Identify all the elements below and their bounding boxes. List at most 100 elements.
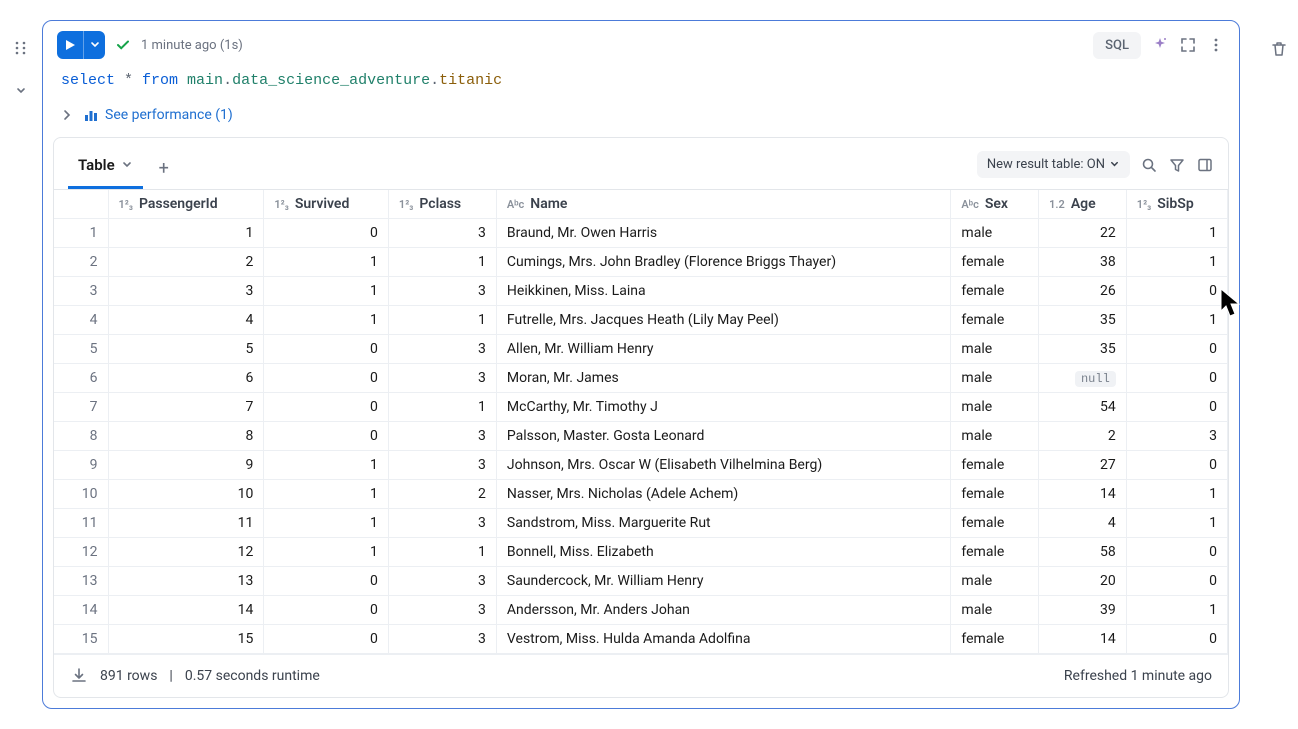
- cell[interactable]: 1: [264, 509, 389, 538]
- column-header[interactable]: AᵇcSex: [951, 190, 1039, 219]
- table-row[interactable]: 3313Heikkinen, Miss. Lainafemale260: [54, 277, 1228, 306]
- cell[interactable]: male: [951, 364, 1039, 393]
- cell[interactable]: 0: [1126, 567, 1227, 596]
- cell[interactable]: 3: [388, 335, 496, 364]
- cell[interactable]: 58: [1039, 538, 1127, 567]
- cell[interactable]: Bonnell, Miss. Elizabeth: [496, 538, 951, 567]
- cell[interactable]: female: [951, 625, 1039, 654]
- cell[interactable]: 3: [388, 364, 496, 393]
- cell[interactable]: 1: [388, 538, 496, 567]
- cell[interactable]: 0: [1126, 277, 1227, 306]
- cell[interactable]: 39: [1039, 596, 1127, 625]
- cell[interactable]: 0: [264, 625, 389, 654]
- cell[interactable]: 1: [1126, 596, 1227, 625]
- table-row[interactable]: 151503Vestrom, Miss. Hulda Amanda Adolfi…: [54, 625, 1228, 654]
- cell[interactable]: 38: [1039, 248, 1127, 277]
- cell[interactable]: 3: [388, 509, 496, 538]
- cell[interactable]: 1: [1126, 480, 1227, 509]
- cell[interactable]: 14: [1039, 480, 1127, 509]
- cell[interactable]: 0: [264, 393, 389, 422]
- cell[interactable]: 7: [108, 393, 264, 422]
- cell[interactable]: 1: [264, 480, 389, 509]
- cell[interactable]: 3: [388, 625, 496, 654]
- language-badge[interactable]: SQL: [1093, 32, 1141, 59]
- cell[interactable]: Futrelle, Mrs. Jacques Heath (Lily May P…: [496, 306, 951, 335]
- cell[interactable]: 3: [1126, 422, 1227, 451]
- table-row[interactable]: 9913Johnson, Mrs. Oscar W (Elisabeth Vil…: [54, 451, 1228, 480]
- cell[interactable]: Heikkinen, Miss. Laina: [496, 277, 951, 306]
- cell[interactable]: 4: [108, 306, 264, 335]
- table-row[interactable]: 6603Moran, Mr. Jamesmalenull0: [54, 364, 1228, 393]
- cell[interactable]: 1: [108, 219, 264, 248]
- cell[interactable]: 14: [108, 596, 264, 625]
- cell[interactable]: 3: [108, 277, 264, 306]
- table-row[interactable]: 101012Nasser, Mrs. Nicholas (Adele Achem…: [54, 480, 1228, 509]
- cell[interactable]: Braund, Mr. Owen Harris: [496, 219, 951, 248]
- drag-handle-icon[interactable]: [13, 40, 29, 56]
- column-header[interactable]: 1²₃PassengerId: [108, 190, 264, 219]
- trash-icon[interactable]: [1270, 40, 1288, 58]
- sql-editor[interactable]: select * from main.data_science_adventur…: [43, 63, 1239, 103]
- cell[interactable]: female: [951, 538, 1039, 567]
- table-row[interactable]: 7701McCarthy, Mr. Timothy Jmale540: [54, 393, 1228, 422]
- column-header[interactable]: 1²₃Survived: [264, 190, 389, 219]
- kebab-menu-icon[interactable]: [1207, 36, 1225, 54]
- cell[interactable]: 11: [108, 509, 264, 538]
- column-header[interactable]: AᵇcName: [496, 190, 951, 219]
- cell[interactable]: Allen, Mr. William Henry: [496, 335, 951, 364]
- table-row[interactable]: 4411Futrelle, Mrs. Jacques Heath (Lily M…: [54, 306, 1228, 335]
- cell[interactable]: 35: [1039, 306, 1127, 335]
- cell[interactable]: female: [951, 509, 1039, 538]
- cell[interactable]: 3: [388, 422, 496, 451]
- cell[interactable]: female: [951, 451, 1039, 480]
- cell[interactable]: 14: [1039, 625, 1127, 654]
- cell[interactable]: 9: [108, 451, 264, 480]
- cell[interactable]: 1: [1126, 248, 1227, 277]
- cell[interactable]: 1: [264, 277, 389, 306]
- table-row[interactable]: 8803Palsson, Master. Gosta Leonardmale23: [54, 422, 1228, 451]
- cell[interactable]: 3: [388, 219, 496, 248]
- cell[interactable]: 0: [264, 219, 389, 248]
- add-tab-button[interactable]: +: [153, 158, 175, 179]
- cell[interactable]: 0: [1126, 393, 1227, 422]
- cell[interactable]: Saundercock, Mr. William Henry: [496, 567, 951, 596]
- cell[interactable]: male: [951, 422, 1039, 451]
- cell[interactable]: McCarthy, Mr. Timothy J: [496, 393, 951, 422]
- cell[interactable]: Andersson, Mr. Anders Johan: [496, 596, 951, 625]
- cell[interactable]: female: [951, 248, 1039, 277]
- cell[interactable]: 3: [388, 277, 496, 306]
- result-table-toggle[interactable]: New result table: ON: [977, 151, 1130, 178]
- cell[interactable]: 13: [108, 567, 264, 596]
- tab-table[interactable]: Table: [68, 148, 143, 189]
- table-row[interactable]: 121211Bonnell, Miss. Elizabethfemale580: [54, 538, 1228, 567]
- cell[interactable]: 3: [388, 567, 496, 596]
- cell[interactable]: 0: [264, 567, 389, 596]
- table-row[interactable]: 2211Cumings, Mrs. John Bradley (Florence…: [54, 248, 1228, 277]
- cell[interactable]: Cumings, Mrs. John Bradley (Florence Bri…: [496, 248, 951, 277]
- table-row[interactable]: 111113Sandstrom, Miss. Marguerite Rutfem…: [54, 509, 1228, 538]
- table-row[interactable]: 1103Braund, Mr. Owen Harrismale221: [54, 219, 1228, 248]
- cell[interactable]: 0: [264, 422, 389, 451]
- table-row[interactable]: 5503Allen, Mr. William Henrymale350: [54, 335, 1228, 364]
- cell[interactable]: 54: [1039, 393, 1127, 422]
- chevron-right-icon[interactable]: [61, 109, 73, 121]
- search-icon[interactable]: [1140, 156, 1158, 174]
- cell[interactable]: Palsson, Master. Gosta Leonard: [496, 422, 951, 451]
- cell[interactable]: 1: [264, 248, 389, 277]
- cell[interactable]: 3: [388, 596, 496, 625]
- cell[interactable]: 0: [1126, 335, 1227, 364]
- cell[interactable]: 1: [388, 306, 496, 335]
- cell[interactable]: 1: [264, 306, 389, 335]
- cell[interactable]: 22: [1039, 219, 1127, 248]
- cell[interactable]: 0: [1126, 451, 1227, 480]
- cell[interactable]: female: [951, 306, 1039, 335]
- run-button[interactable]: [57, 31, 83, 59]
- column-header[interactable]: 1²₃Pclass: [388, 190, 496, 219]
- cell[interactable]: 5: [108, 335, 264, 364]
- cell[interactable]: 1: [388, 248, 496, 277]
- cell[interactable]: male: [951, 393, 1039, 422]
- cell[interactable]: 1: [1126, 509, 1227, 538]
- download-icon[interactable]: [70, 667, 88, 685]
- cell[interactable]: 2: [108, 248, 264, 277]
- cell[interactable]: 2: [388, 480, 496, 509]
